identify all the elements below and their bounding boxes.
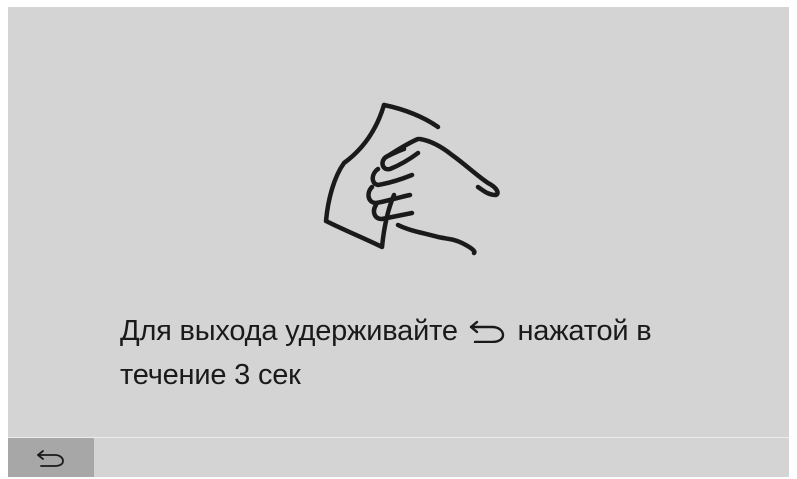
screen: Для выхода удерживайте нажатой в течение… — [8, 7, 789, 477]
bottom-bar — [8, 438, 789, 477]
instruction-text: Для выхода удерживайте нажатой в течение… — [120, 309, 760, 397]
back-arrow-icon — [468, 319, 506, 343]
back-button[interactable] — [8, 438, 94, 477]
hand-press-icon — [320, 99, 504, 257]
back-arrow-icon — [37, 450, 64, 467]
instruction-text-part1: Для выхода удерживайте — [120, 315, 458, 347]
